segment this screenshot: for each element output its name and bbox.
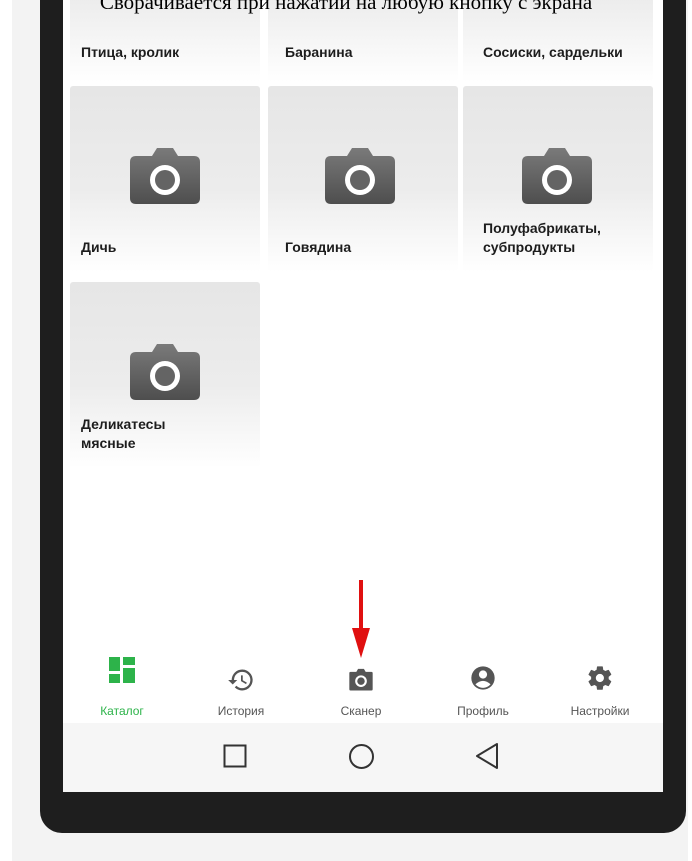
tile-label: Баранина (285, 44, 353, 60)
system-nav-bar (63, 723, 663, 792)
tile-label-line1: Деликатесы (81, 416, 166, 432)
tile-label: Птица, кролик (81, 44, 180, 60)
camera-placeholder-icon (325, 148, 395, 204)
gear-icon (588, 666, 612, 690)
camera-placeholder-icon (130, 344, 200, 400)
camera-placeholder-icon (522, 148, 592, 204)
nav-label-profile: Профиль (457, 704, 509, 718)
profile-icon (471, 666, 495, 690)
camera-icon (349, 668, 373, 691)
history-icon (228, 669, 253, 691)
annotation-caption: Сворачивается при нажатии на любую кнопк… (99, 0, 593, 14)
nav-tab-scanner[interactable]: Сканер (306, 656, 416, 722)
annotation-arrow-icon (352, 580, 370, 658)
nav-tab-history[interactable]: История (186, 656, 296, 722)
tile-label: Дичь (81, 239, 117, 255)
grid-icon (109, 657, 135, 683)
nav-label-settings: Настройки (570, 704, 630, 718)
catalog-tile-semifinished[interactable]: Полуфабрикаты, субпродукты (463, 86, 653, 272)
tile-label: Говядина (285, 239, 352, 255)
tile-label-line1: Полуфабрикаты, (483, 220, 601, 236)
back-triangle-icon[interactable] (475, 742, 499, 770)
app-screen: Птица, кролик Баранина Сосиски, сардельк… (63, 0, 663, 792)
recent-apps-icon[interactable] (223, 744, 247, 768)
tile-label: Сосиски, сардельки (483, 44, 623, 60)
nav-label-catalog: Каталог (100, 704, 144, 718)
catalog-tile-beef[interactable]: Говядина (268, 86, 458, 272)
tile-label-line2: мясные (81, 435, 136, 451)
nav-label-history: История (217, 704, 265, 718)
nav-tab-catalog[interactable]: Каталог (67, 656, 177, 722)
camera-placeholder-icon (130, 148, 200, 204)
nav-label-scanner: Сканер (340, 704, 382, 718)
catalog-tile-delicacies[interactable]: Деликатесы мясные (70, 282, 260, 468)
tile-label-line2: субпродукты (483, 239, 576, 255)
nav-tab-settings[interactable]: Настройки (545, 656, 655, 722)
nav-tab-profile[interactable]: Профиль (428, 656, 538, 722)
catalog-tile-game[interactable]: Дичь (70, 86, 260, 272)
home-circle-icon[interactable] (348, 743, 375, 770)
